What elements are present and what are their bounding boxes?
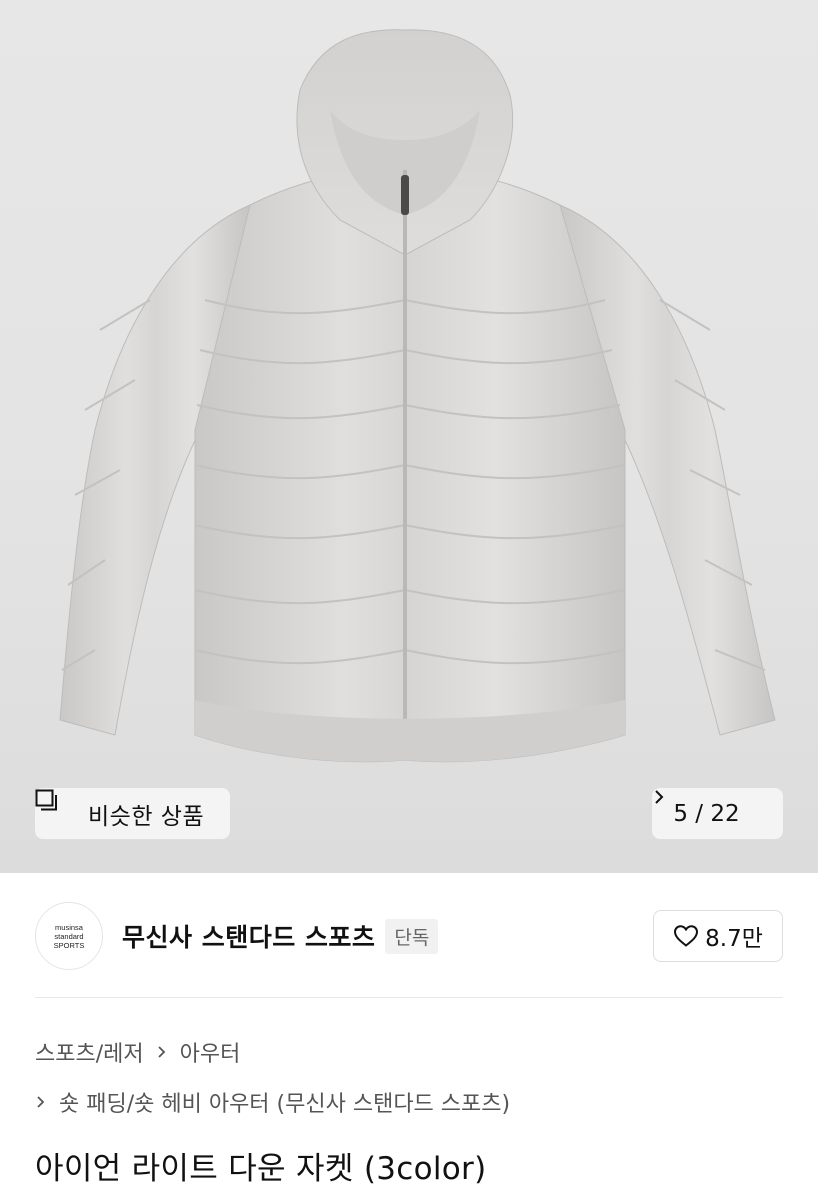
exclusive-badge: 단독	[385, 918, 439, 954]
similar-products-button[interactable]: 비슷한 상품	[35, 788, 230, 839]
brand-row: musinsa standard SPORTS 무신사 스탠다드 스포츠 단독 …	[35, 902, 783, 970]
image-pager-button[interactable]: 5 / 22	[652, 788, 783, 839]
breadcrumb: 스포츠/레저 아우터	[35, 1036, 240, 1068]
jacket-image	[59, 29, 776, 763]
breadcrumb-category-sports[interactable]: 스포츠/레저	[35, 1036, 144, 1068]
brand-logo-line: standard	[54, 931, 84, 941]
brand-logo-line: musinsa	[55, 922, 83, 932]
product-image-gallery[interactable]: 비슷한 상품 5 / 22	[0, 0, 818, 873]
brand-name-link[interactable]: 무신사 스탠다드 스포츠	[122, 918, 375, 954]
chevron-right-icon	[35, 1094, 47, 1110]
breadcrumb-subcategory: 숏 패딩/숏 헤비 아우터 (무신사 스탠다드 스포츠)	[35, 1086, 510, 1118]
brand-logo-line: SPORTS	[53, 940, 85, 950]
heart-icon	[673, 924, 699, 948]
breadcrumb-category-short-padding[interactable]: 숏 패딩/숏 헤비 아우터 (무신사 스탠다드 스포츠)	[59, 1086, 510, 1118]
similar-products-icon	[35, 789, 78, 826]
brand-logo[interactable]: musinsa standard SPORTS	[35, 902, 103, 970]
section-divider	[35, 997, 783, 998]
chevron-right-icon	[156, 1044, 168, 1060]
product-title: 아이언 라이트 다운 자켓 (3color)	[35, 1151, 487, 1187]
breadcrumb-category-outer[interactable]: 아우터	[180, 1036, 241, 1068]
chevron-right-icon	[655, 790, 762, 823]
similar-products-label: 비슷한 상품	[88, 803, 205, 830]
like-count: 8.7만	[705, 926, 763, 952]
like-button[interactable]: 8.7만	[653, 910, 783, 962]
image-pager-count: 5 / 22	[673, 800, 740, 827]
